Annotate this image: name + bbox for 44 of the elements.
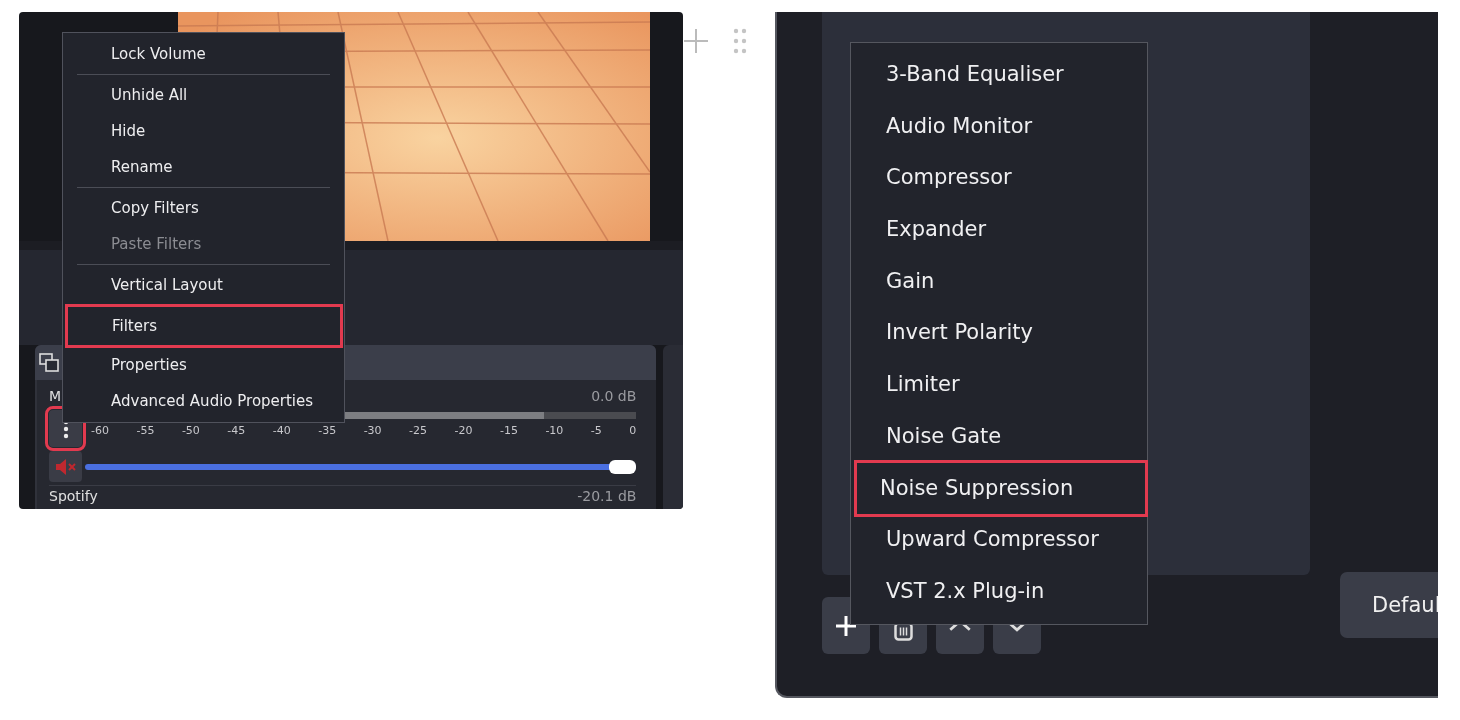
- menu-item[interactable]: Advanced Audio Properties: [67, 383, 340, 419]
- drag-handle-icon[interactable]: [733, 28, 747, 54]
- channel-name: Spotify: [49, 488, 98, 506]
- muted-speaker-icon: [54, 457, 77, 476]
- menu-item[interactable]: Compressor: [857, 152, 1145, 205]
- menu-item[interactable]: Lock Volume: [67, 36, 340, 72]
- menu-item[interactable]: Unhide All: [67, 77, 340, 113]
- scale-label: 0: [629, 424, 637, 437]
- menu-item[interactable]: Properties: [67, 347, 340, 383]
- scale-label: -45: [227, 424, 246, 437]
- menu-item[interactable]: Noise Suppression: [857, 462, 1145, 515]
- menu-item[interactable]: VST 2.x Plug-in: [857, 565, 1145, 618]
- scale-label: -55: [136, 424, 155, 437]
- menu-item[interactable]: Filters: [68, 307, 340, 345]
- scale-label: -5: [590, 424, 602, 437]
- db-reading: 0.0 dB: [591, 388, 637, 406]
- scale-label: -50: [181, 424, 200, 437]
- plus-icon: [834, 613, 858, 638]
- menu-item[interactable]: Audio Monitor: [857, 100, 1145, 153]
- scale-label: -20: [454, 424, 473, 437]
- menu-item[interactable]: Hide: [67, 113, 340, 149]
- menu-item[interactable]: Expander: [857, 204, 1145, 256]
- menu-item[interactable]: Invert Polarity: [857, 307, 1145, 360]
- slider-thumb[interactable]: [609, 459, 637, 474]
- menu-item[interactable]: Rename: [67, 149, 340, 185]
- scale-label: -35: [318, 424, 337, 437]
- channel-name: M: [49, 388, 62, 406]
- menu-item[interactable]: Noise Gate: [857, 410, 1145, 463]
- windows-icon[interactable]: [39, 352, 59, 373]
- scale-label: -15: [499, 424, 518, 437]
- scale-label: -25: [409, 424, 428, 437]
- scale-label: -30: [363, 424, 382, 437]
- scale-label: -60: [91, 424, 109, 437]
- scale-label: -10: [545, 424, 564, 437]
- menu-item[interactable]: Limiter: [857, 359, 1145, 411]
- defaults-button[interactable]: Defaul: [1340, 572, 1438, 638]
- scale-label: -40: [272, 424, 291, 437]
- menu-item[interactable]: Upward Compressor: [857, 514, 1145, 566]
- db-reading: -20.1 dB: [577, 488, 637, 506]
- menu-item[interactable]: Vertical Layout: [67, 267, 340, 303]
- menu-item[interactable]: 3-Band Equaliser: [857, 49, 1145, 101]
- volume-slider[interactable]: [85, 458, 637, 475]
- menu-item[interactable]: Gain: [857, 255, 1145, 308]
- menu-item[interactable]: Copy Filters: [67, 190, 340, 226]
